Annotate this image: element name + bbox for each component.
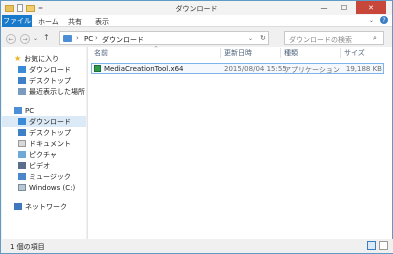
nav-pc-pictures-label: ピクチャ <box>29 150 57 159</box>
nav-pc-pictures[interactable]: ピクチャ <box>18 149 57 160</box>
details-view-icon[interactable] <box>367 241 376 250</box>
desktop-icon <box>18 129 26 136</box>
column-divider[interactable] <box>220 48 221 58</box>
tab-view[interactable]: 表示 <box>95 17 109 27</box>
breadcrumb-pc[interactable]: PC <box>84 35 93 43</box>
pc-icon <box>63 35 72 42</box>
nav-pc-desktop-label: デスクトップ <box>29 128 71 137</box>
file-type: アプリケーション <box>284 66 340 74</box>
nav-pc-desktop[interactable]: デスクトップ <box>18 127 71 138</box>
refresh-icon[interactable]: ↻ <box>260 34 266 42</box>
pictures-icon <box>18 151 26 158</box>
sort-ascending-icon: ^ <box>154 46 159 52</box>
nav-network[interactable]: ネットワーク <box>14 201 67 212</box>
item-count: 1 個の項目 <box>10 243 45 251</box>
ribbon-tabs: ファイル ホーム 共有 表示 ⌄ ? <box>1 15 392 27</box>
tab-share[interactable]: 共有 <box>68 17 82 27</box>
file-row[interactable]: MediaCreationTool.x64 2015/08/04 15:55 ア… <box>91 63 384 74</box>
nav-fav-desktop[interactable]: デスクトップ <box>18 75 71 86</box>
videos-icon <box>18 162 26 169</box>
search-box[interactable]: ダウンロードの検索 ⌕ <box>284 31 384 45</box>
music-icon <box>18 173 26 180</box>
computer-icon <box>14 107 22 114</box>
tab-file[interactable]: ファイル <box>2 15 32 27</box>
tab-home[interactable]: ホーム <box>38 17 59 27</box>
nav-pc-documents-label: ドキュメント <box>29 139 71 148</box>
column-size[interactable]: サイズ <box>344 47 365 59</box>
close-button[interactable]: ✕ <box>356 1 386 14</box>
download-folder-icon <box>18 66 26 73</box>
maximize-button[interactable]: ☐ <box>335 1 353 14</box>
nav-pc-label: PC <box>25 106 35 115</box>
address-bar[interactable]: › PC › ダウンロード ⌄ ↻ <box>59 31 269 45</box>
nav-pc-drive-c[interactable]: Windows (C:) <box>18 182 75 193</box>
star-icon: ★ <box>14 54 22 63</box>
explorer-window: = ダウンロード — ☐ ✕ ファイル ホーム 共有 表示 ⌄ ? ← → ⌄ … <box>0 0 393 254</box>
column-divider[interactable] <box>280 48 281 58</box>
nav-pc-downloads[interactable]: ダウンロード <box>2 116 86 127</box>
breadcrumb-separator-icon: › <box>76 34 79 42</box>
large-icons-view-icon[interactable] <box>379 241 388 250</box>
nav-pc-documents[interactable]: ドキュメント <box>18 138 71 149</box>
file-size: 19,188 KB <box>345 65 382 73</box>
desktop-icon <box>18 77 26 84</box>
back-button[interactable]: ← <box>6 34 16 44</box>
help-icon[interactable]: ? <box>380 16 388 24</box>
column-name[interactable]: 名前 <box>94 47 108 59</box>
nav-network-label: ネットワーク <box>25 202 67 211</box>
search-icon[interactable]: ⌕ <box>373 34 377 43</box>
file-name: MediaCreationTool.x64 <box>104 65 184 73</box>
forward-button[interactable]: → <box>20 34 30 44</box>
drive-icon <box>18 184 26 191</box>
ribbon-expand-icon[interactable]: ⌄ <box>369 17 374 24</box>
status-bar: 1 個の項目 <box>2 239 393 253</box>
nav-pc-music[interactable]: ミュージック <box>18 171 71 182</box>
column-type[interactable]: 種類 <box>284 47 298 59</box>
nav-favorites-label: お気に入り <box>24 54 60 63</box>
up-button[interactable]: ↑ <box>43 33 50 42</box>
nav-fav-recent-label: 最近表示した場所 <box>29 87 85 96</box>
file-list: 名前 ^ 更新日時 種類 サイズ MediaCreationTool.x64 2… <box>87 46 392 239</box>
network-icon <box>14 203 22 210</box>
file-date: 2015/08/04 15:55 <box>224 65 287 73</box>
nav-pc-drive-c-label: Windows (C:) <box>29 183 76 192</box>
breadcrumb-downloads[interactable]: ダウンロード <box>102 35 144 45</box>
nav-fav-desktop-label: デスクトップ <box>29 76 71 85</box>
window-title: ダウンロード <box>175 5 218 13</box>
nav-pc[interactable]: PC <box>14 105 34 116</box>
download-folder-icon <box>18 118 26 125</box>
column-divider[interactable] <box>340 48 341 58</box>
recent-places-icon <box>18 88 26 95</box>
nav-pc-music-label: ミュージック <box>29 172 71 181</box>
nav-favorites[interactable]: ★ お気に入り <box>14 53 59 64</box>
nav-pc-downloads-label: ダウンロード <box>29 117 71 126</box>
nav-fav-downloads-label: ダウンロード <box>29 65 71 74</box>
nav-fav-recent[interactable]: 最近表示した場所 <box>18 86 85 97</box>
address-dropdown-icon[interactable]: ⌄ <box>248 35 253 42</box>
nav-fav-downloads[interactable]: ダウンロード <box>18 64 71 75</box>
search-placeholder: ダウンロードの検索 <box>289 36 352 44</box>
documents-icon <box>18 140 26 147</box>
breadcrumb-separator-icon: › <box>95 34 98 42</box>
recent-locations-icon[interactable]: ⌄ <box>33 35 38 42</box>
nav-pc-videos[interactable]: ビデオ <box>18 160 50 171</box>
nav-pc-videos-label: ビデオ <box>29 161 50 170</box>
application-icon <box>94 65 101 72</box>
minimize-button[interactable]: — <box>315 1 333 14</box>
navigation-pane: ★ お気に入り ダウンロード デスクトップ 最近表示した場所 PC ダウンロード… <box>2 47 86 239</box>
title-bar: = ダウンロード — ☐ ✕ <box>1 1 392 15</box>
column-date[interactable]: 更新日時 <box>224 47 252 59</box>
